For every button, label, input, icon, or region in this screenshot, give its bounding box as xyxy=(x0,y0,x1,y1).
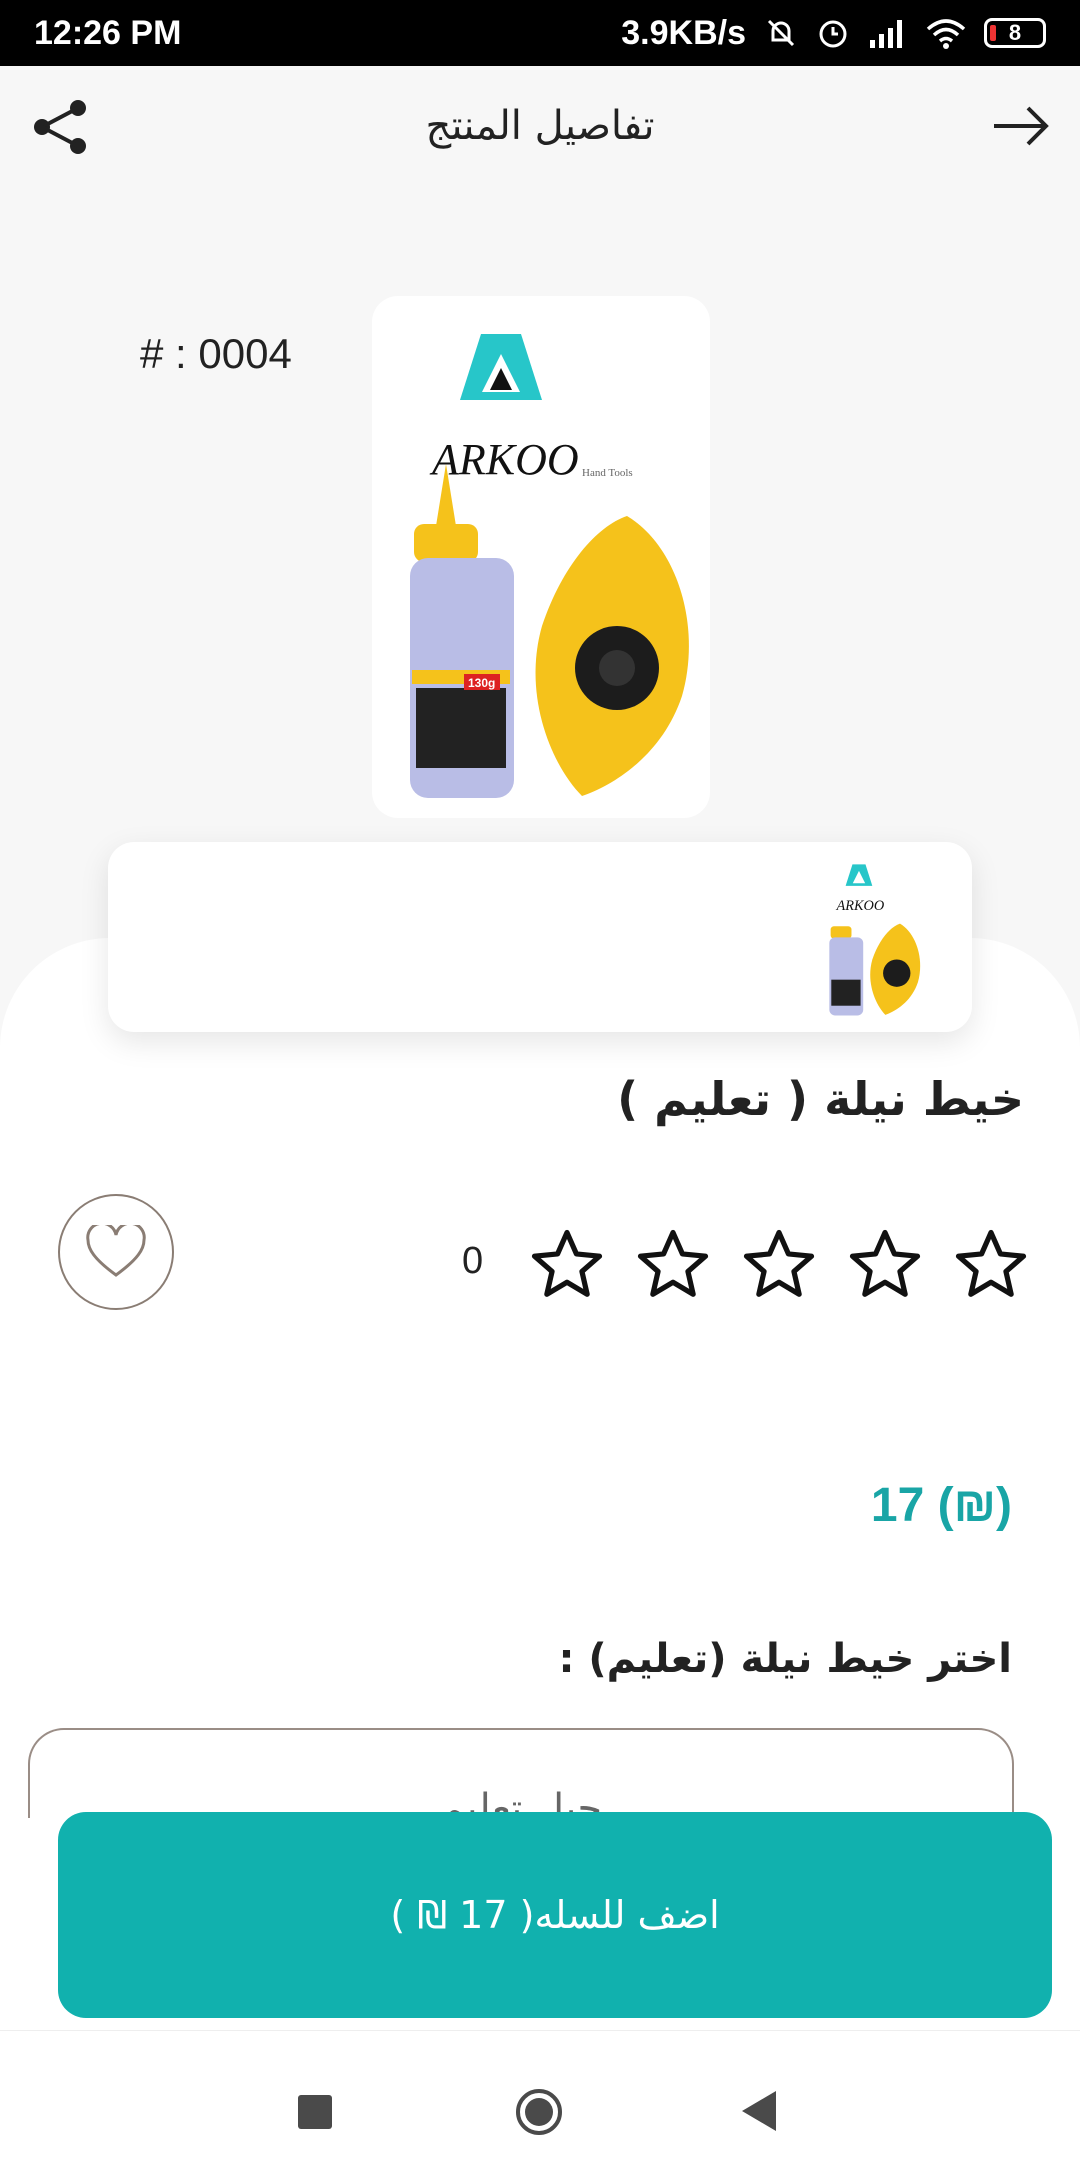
back-triangle-icon[interactable] xyxy=(742,2091,776,2131)
home-icon[interactable] xyxy=(514,2087,564,2137)
battery-level: 8 xyxy=(1008,20,1022,45)
status-time: 12:26 PM xyxy=(34,13,182,52)
system-nav-bar xyxy=(0,2030,1080,2161)
recents-icon[interactable] xyxy=(298,2095,332,2129)
star-icon[interactable] xyxy=(952,1226,1030,1304)
alarm-icon xyxy=(819,20,847,48)
brand-subtitle: Hand Tools xyxy=(582,467,633,479)
heart-icon xyxy=(86,1225,146,1277)
option-label: اختر خيط نيلة (تعليم) : xyxy=(558,1636,1012,1682)
product-price: 17 (₪) xyxy=(870,1479,1012,1532)
page-title: تفاصيل المنتج xyxy=(425,103,655,149)
status-bar: 12:26 PM 3.9KB/s 8 xyxy=(0,0,1080,66)
product-photo: ARKOO Hand Tools 130g xyxy=(410,334,689,798)
star-icon[interactable] xyxy=(528,1226,606,1304)
battery-icon: 8 xyxy=(984,18,1046,48)
share-icon[interactable] xyxy=(28,94,94,160)
thumbnail-item[interactable]: ARKOO xyxy=(802,852,942,1022)
product-image[interactable]: ARKOO Hand Tools 130g xyxy=(372,296,710,818)
star-icon[interactable] xyxy=(634,1226,712,1304)
rating-stars[interactable] xyxy=(528,1226,1030,1304)
favorite-button[interactable] xyxy=(58,1194,174,1310)
add-to-cart-button[interactable]: اضف للسله( 17 ₪ ) xyxy=(58,1812,1052,2018)
star-icon[interactable] xyxy=(846,1226,924,1304)
thumbnail-strip: ARKOO xyxy=(108,842,972,1032)
option-select[interactable]: حبل تعليم xyxy=(28,1728,1014,1818)
signal-icon xyxy=(870,20,902,48)
product-code: # : 0004 xyxy=(140,330,292,377)
status-icons: 3.9KB/s 8 xyxy=(621,14,1046,53)
mute-icon xyxy=(767,19,795,47)
app-header: تفاصيل المنتج xyxy=(0,66,1080,186)
thumbnail-brand: ARKOO xyxy=(836,898,885,914)
rating-count: 0 xyxy=(462,1240,484,1282)
product-name: خيط نيلة ( تعليم ) xyxy=(617,1072,1024,1126)
star-icon[interactable] xyxy=(740,1226,818,1304)
wifi-icon xyxy=(926,19,966,49)
network-speed: 3.9KB/s xyxy=(621,13,746,52)
brand-name: ARKOO xyxy=(429,435,579,484)
arrow-right-icon[interactable] xyxy=(988,96,1054,156)
package-weight: 130g xyxy=(468,676,495,690)
